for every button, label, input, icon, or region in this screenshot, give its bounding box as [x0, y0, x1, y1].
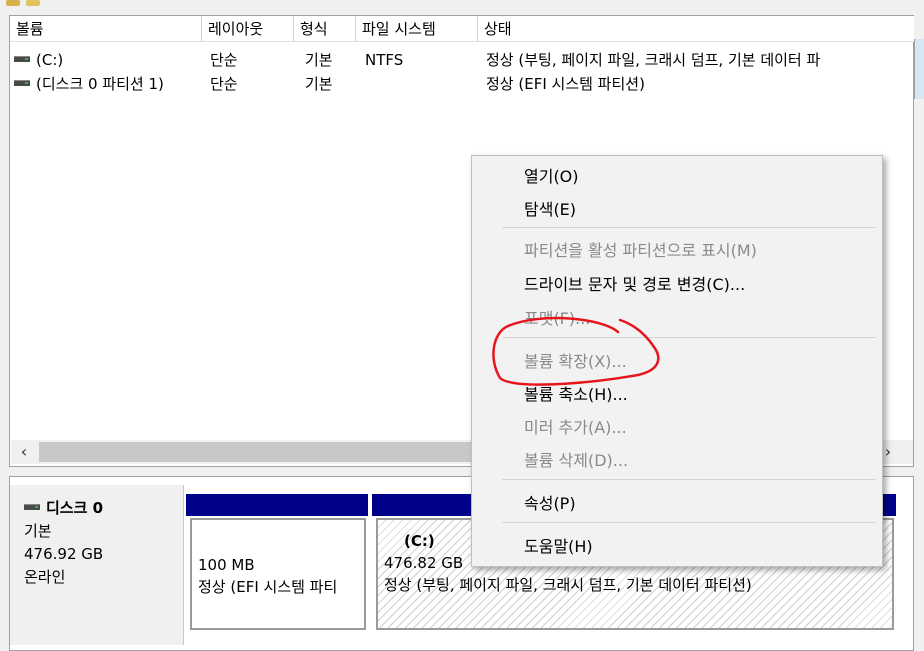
- toolbar-strip: [0, 0, 924, 14]
- column-header-status[interactable]: 상태: [478, 16, 914, 42]
- vertical-scrollbar[interactable]: [914, 39, 924, 99]
- disk-kind: 기본: [24, 522, 52, 540]
- scroll-left-icon[interactable]: ‹: [13, 440, 35, 464]
- menu-item-open[interactable]: 열기(O): [524, 162, 579, 192]
- drive-icon: [14, 79, 30, 86]
- column-header-volume[interactable]: 볼륨: [10, 16, 202, 42]
- menu-item-delete-volume: 볼륨 삭제(D)...: [524, 451, 629, 470]
- menu-separator: [502, 479, 876, 480]
- menu-item-mark-active: 파티션을 활성 파티션으로 표시(M): [524, 241, 757, 260]
- volume-row[interactable]: (디스크 0 파티션 1) 단순 기본 정상 (EFI 시스템 파티션): [10, 73, 910, 95]
- menu-separator: [502, 227, 876, 228]
- status-cell: 정상 (부팅, 페이지 파일, 크래시 덤프, 기본 데이터 파: [486, 51, 821, 69]
- right-edge-strip: [914, 15, 924, 651]
- red-annotation-circle: [492, 316, 660, 386]
- menu-item-help[interactable]: 도움말(H): [524, 532, 593, 562]
- partition-status: 정상 (부팅, 페이지 파일, 크래시 덤프, 기본 데이터 파티션): [384, 576, 752, 594]
- volume-cell: (디스크 0 파티션 1): [14, 73, 204, 95]
- disk-state: 온라인: [24, 568, 66, 586]
- disk-info-panel[interactable]: 디스크 0 기본 476.92 GB 온라인: [10, 485, 184, 645]
- partition-header-bar: [186, 494, 368, 516]
- type-cell: 기본: [305, 75, 333, 93]
- drive-icon: [14, 55, 30, 62]
- menu-item-change-drive-letter[interactable]: 드라이브 문자 및 경로 변경(C)...: [524, 270, 745, 300]
- status-cell: 정상 (EFI 시스템 파티션): [486, 75, 645, 93]
- volume-cell: (C:): [14, 49, 204, 71]
- partition-efi[interactable]: 100 MB 정상 (EFI 시스템 파티: [190, 518, 366, 630]
- menu-separator: [502, 522, 876, 523]
- menu-item-explore[interactable]: 탐색(E): [524, 195, 576, 225]
- toolbar-icon-2[interactable]: [26, 0, 40, 6]
- filesystem-cell: NTFS: [365, 51, 404, 69]
- partition-size: 100 MB: [198, 556, 255, 574]
- drive-icon: [24, 503, 40, 510]
- menu-item-add-mirror: 미러 추가(A)...: [524, 418, 627, 437]
- toolbar-icon-1[interactable]: [6, 0, 20, 6]
- scrollbar-thumb[interactable]: [39, 442, 479, 462]
- partition-status: 정상 (EFI 시스템 파티: [198, 578, 338, 596]
- menu-item-properties[interactable]: 속성(P): [524, 489, 576, 519]
- type-cell: 기본: [305, 51, 333, 69]
- column-header-type[interactable]: 형식: [294, 16, 356, 42]
- layout-cell: 단순: [210, 75, 238, 93]
- layout-cell: 단순: [210, 51, 238, 69]
- disk-name: 디스크 0: [24, 497, 183, 520]
- volume-row[interactable]: (C:) 단순 기본 NTFS 정상 (부팅, 페이지 파일, 크래시 덤프, …: [10, 49, 910, 71]
- column-header-layout[interactable]: 레이아웃: [202, 16, 294, 42]
- column-header-filesystem[interactable]: 파일 시스템: [356, 16, 478, 42]
- disk-size: 476.92 GB: [24, 545, 104, 563]
